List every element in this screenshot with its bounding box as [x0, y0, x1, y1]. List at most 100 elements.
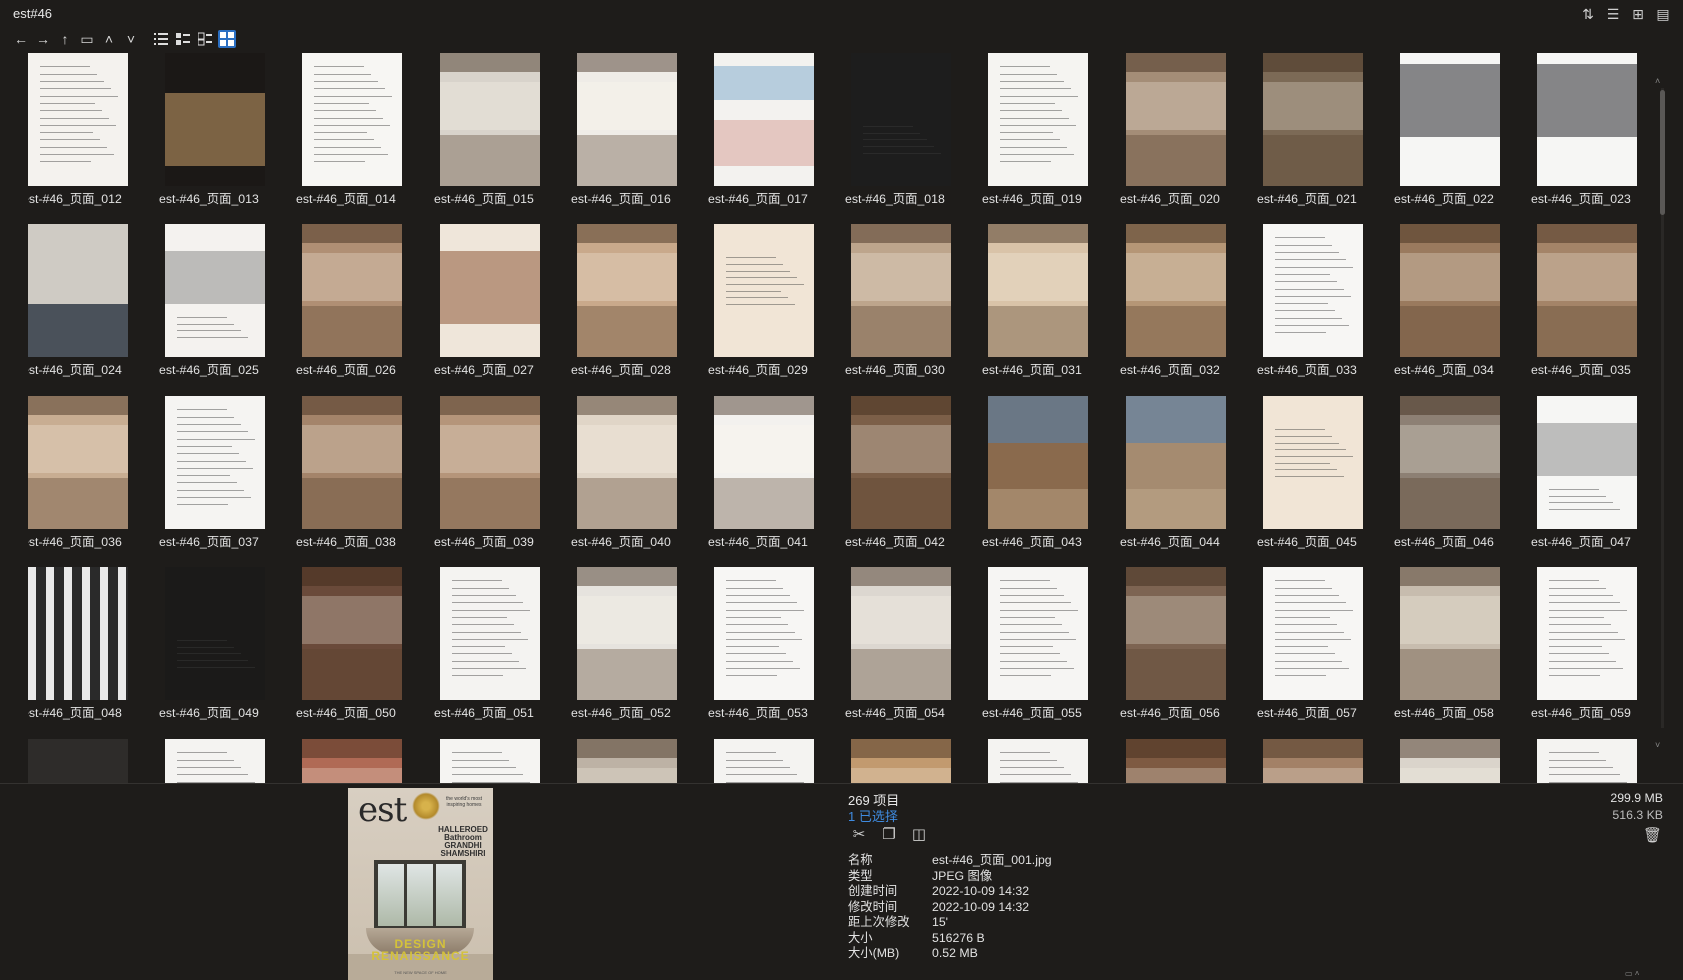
file-thumbnail-item[interactable]: est-#46_页面_054 [845, 567, 951, 727]
scissors-icon[interactable]: ✂ [850, 826, 868, 844]
file-thumbnail-item[interactable]: est-#46_页面_039 [434, 396, 540, 556]
file-thumbnail-item[interactable]: est-#46_页面_013 [159, 53, 265, 213]
back-arrow-icon[interactable]: ← [12, 30, 30, 48]
file-thumbnail-item[interactable]: est-#46_页面_014 [296, 53, 402, 213]
thumbnail-view-icon[interactable] [218, 30, 236, 48]
copy-icon[interactable]: ❐ [880, 826, 898, 844]
file-thumbnail-item[interactable]: est-#46_页面_059 [1531, 567, 1637, 727]
file-thumbnail-item[interactable]: est-#46_页面_041 [708, 396, 814, 556]
property-value: 15' [932, 915, 949, 929]
file-thumbnail-item[interactable]: est-#46_页面_016 [571, 53, 677, 213]
file-thumbnail-item[interactable]: est-#46_页面_044 [1120, 396, 1226, 556]
file-thumbnail-item[interactable]: est-#46_页面_026 [296, 224, 402, 384]
file-thumbnail-item[interactable]: est-#46_页面_022 [1394, 53, 1500, 213]
file-thumbnail-item[interactable]: est-#46_页面_057 [1257, 567, 1363, 727]
detail-list-view-icon[interactable] [174, 30, 192, 48]
file-thumbnail-item[interactable]: est-#46_页面_019 [982, 53, 1088, 213]
details-view-icon[interactable]: ☰ [1605, 6, 1621, 22]
forward-arrow-icon[interactable]: → [34, 30, 52, 48]
list-view-icon[interactable] [152, 30, 170, 48]
file-thumbnail-item[interactable] [577, 739, 677, 783]
file-thumbnail-item[interactable]: est-#46_页面_046 [1394, 396, 1500, 556]
file-name-label: est-#46_页面_028 [571, 363, 671, 377]
thumbnail-image [1400, 739, 1500, 783]
file-thumbnail-item[interactable]: est-#46_页面_045 [1257, 396, 1363, 556]
scroll-down-icon[interactable]: ˅ [1655, 740, 1660, 750]
thumbnail-image [302, 224, 402, 357]
file-thumbnail-item[interactable]: est-#46_页面_020 [1120, 53, 1226, 213]
file-name-label: est-#46_页面_043 [982, 535, 1082, 549]
file-name-label: est-#46_页面_015 [434, 192, 534, 206]
file-thumbnail-item[interactable]: est-#46_页面_052 [571, 567, 677, 727]
file-thumbnail-item[interactable] [28, 739, 128, 783]
file-thumbnail-item[interactable]: est-#46_页面_049 [159, 567, 265, 727]
property-row: 名称 est-#46_页面_001.jpg [848, 853, 1052, 869]
file-thumbnail-item[interactable]: est-#46_页面_030 [845, 224, 951, 384]
up-arrow-icon[interactable]: ↑ [56, 30, 74, 48]
selection-count[interactable]: 1 已选择 [848, 806, 898, 825]
scroll-thumb[interactable] [1660, 90, 1665, 215]
file-thumbnail-item[interactable] [714, 739, 814, 783]
chevron-up-icon[interactable]: ˄ [100, 30, 118, 48]
file-thumbnail-item[interactable] [165, 739, 265, 783]
file-thumbnail-item[interactable]: est-#46_页面_032 [1120, 224, 1226, 384]
folder-icon[interactable]: ▭ [78, 30, 96, 48]
file-thumbnail-item[interactable]: est-#46_页面_055 [982, 567, 1088, 727]
clipboard-icon[interactable]: ▤ [1655, 6, 1671, 22]
file-thumbnail-item[interactable]: est-#46_页面_028 [571, 224, 677, 384]
file-thumbnail-item[interactable] [1537, 739, 1637, 783]
file-thumbnail-item[interactable]: est-#46_页面_023 [1531, 53, 1637, 213]
file-name-label: est-#46_页面_052 [571, 706, 671, 720]
scroll-up-icon[interactable]: ˄ [1655, 76, 1660, 86]
file-thumbnail-item[interactable]: est-#46_页面_025 [159, 224, 265, 384]
file-thumbnail-item[interactable] [1400, 739, 1500, 783]
compare-icon[interactable]: ◫ [910, 826, 928, 844]
trash-icon[interactable]: 🗑 [1643, 826, 1662, 844]
vertical-scrollbar[interactable] [1659, 88, 1667, 728]
file-thumbnail-item[interactable]: est-#46_页面_027 [434, 224, 540, 384]
tile-view-icon[interactable] [196, 30, 214, 48]
file-name-label: est-#46_页面_016 [571, 192, 671, 206]
thumbnail-image [714, 53, 814, 186]
file-thumbnail-item[interactable]: est-#46_页面_056 [1120, 567, 1226, 727]
thumbnail-image [1263, 396, 1363, 529]
file-thumbnail-item[interactable] [851, 739, 951, 783]
file-name-label: est-#46_页面_037 [159, 535, 259, 549]
file-thumbnail-item[interactable] [1126, 739, 1226, 783]
file-thumbnail-item[interactable]: est-#46_页面_034 [1394, 224, 1500, 384]
file-thumbnail-item[interactable]: est-#46_页面_037 [159, 396, 265, 556]
file-name-label: est-#46_页面_050 [296, 706, 396, 720]
file-thumbnail-item[interactable] [440, 739, 540, 783]
file-thumbnail-item[interactable]: est-#46_页面_017 [708, 53, 814, 213]
chevron-down-icon[interactable]: ˅ [122, 30, 140, 48]
title-bar: est#46 ⇅ ☰ ⊞ ▤ [0, 0, 1683, 28]
file-thumbnail-item[interactable]: est-#46_页面_042 [845, 396, 951, 556]
file-thumbnail-item[interactable]: est-#46_页面_012 [28, 53, 128, 213]
thumbnail-image [577, 567, 677, 700]
file-thumbnail-item[interactable]: est-#46_页面_018 [845, 53, 951, 213]
file-thumbnail-item[interactable]: est-#46_页面_058 [1394, 567, 1500, 727]
thumbnail-image [165, 739, 265, 783]
file-thumbnail-item[interactable] [1263, 739, 1363, 783]
file-thumbnail-item[interactable] [302, 739, 402, 783]
file-thumbnail-item[interactable]: est-#46_页面_033 [1257, 224, 1363, 384]
file-thumbnail-item[interactable]: est-#46_页面_038 [296, 396, 402, 556]
file-thumbnail-item[interactable]: est-#46_页面_015 [434, 53, 540, 213]
file-thumbnail-item[interactable]: est-#46_页面_051 [434, 567, 540, 727]
file-thumbnail-item[interactable]: est-#46_页面_050 [296, 567, 402, 727]
file-thumbnail-item[interactable]: est-#46_页面_024 [28, 224, 128, 384]
file-thumbnail-item[interactable]: est-#46_页面_040 [571, 396, 677, 556]
new-window-icon[interactable]: ⊞ [1630, 6, 1646, 22]
file-thumbnail-item[interactable]: est-#46_页面_053 [708, 567, 814, 727]
file-thumbnail-item[interactable]: est-#46_页面_048 [28, 567, 128, 727]
file-thumbnail-item[interactable]: est-#46_页面_047 [1531, 396, 1637, 556]
file-thumbnail-item[interactable]: est-#46_页面_021 [1257, 53, 1363, 213]
file-thumbnail-item[interactable]: est-#46_页面_043 [982, 396, 1088, 556]
preview-subtitle: THE NEW SPACE OF HOME [394, 970, 447, 975]
sort-icon[interactable]: ⇅ [1580, 6, 1596, 22]
file-thumbnail-item[interactable] [988, 739, 1088, 783]
file-thumbnail-item[interactable]: est-#46_页面_035 [1531, 224, 1637, 384]
file-thumbnail-item[interactable]: est-#46_页面_036 [28, 396, 128, 556]
file-thumbnail-item[interactable]: est-#46_页面_029 [708, 224, 814, 384]
file-thumbnail-item[interactable]: est-#46_页面_031 [982, 224, 1088, 384]
